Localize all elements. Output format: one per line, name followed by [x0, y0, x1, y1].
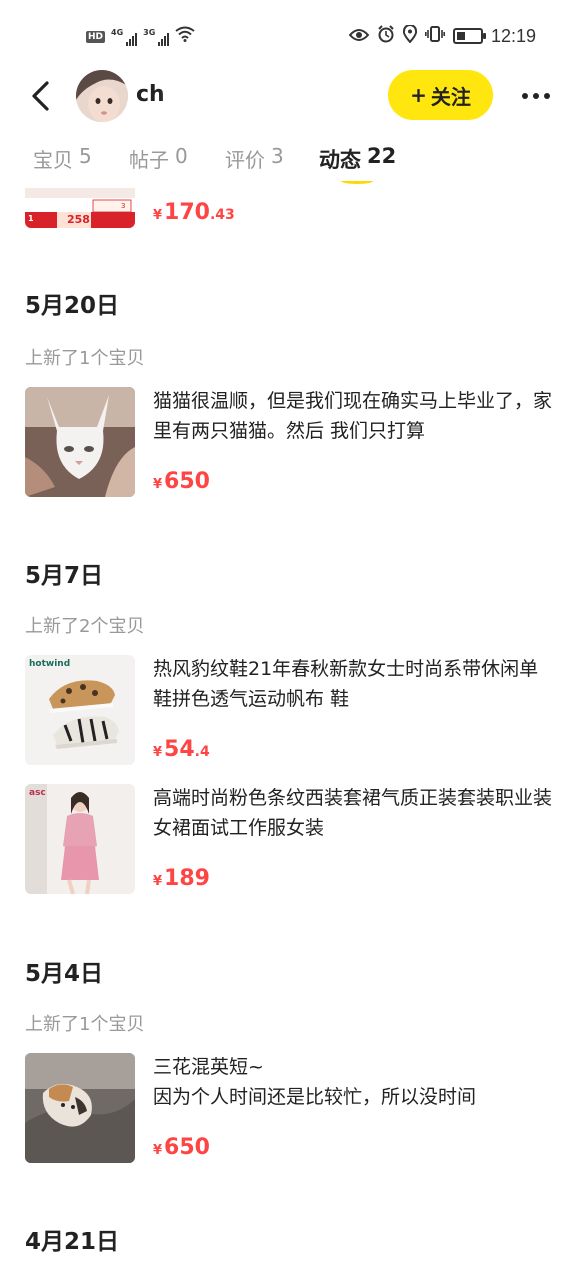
price-decimal: .43 [209, 207, 235, 223]
plus-icon: + [410, 83, 427, 107]
more-dot-icon [533, 93, 539, 99]
list-item[interactable]: 三花混英短~ 因为个人时间还是比较忙，所以没时间 ¥650 [0, 1053, 576, 1165]
thumb-badge: 258 [67, 213, 90, 226]
sim1-label: 4G [111, 27, 124, 37]
tab-label: 评价 [225, 148, 265, 172]
thumb-brand: hotwind [29, 659, 71, 669]
item-title: 三花混英短~ 因为个人时间还是比较忙，所以没时间 [153, 1056, 477, 1108]
tab-reviews[interactable]: 评价 3 [225, 144, 284, 173]
username-mask [163, 80, 283, 110]
thumb-tag: 3 [121, 202, 126, 210]
status-left: HD 4G 3G [86, 26, 195, 47]
list-item[interactable]: 猫猫很温顺，但是我们现在确实马上毕业了，家里有两只猫猫。然后 我们只打算 ¥65… [0, 387, 576, 499]
item-title: 猫猫很温顺，但是我们现在确实马上毕业了，家里有两只猫猫。然后 我们只打算 [153, 390, 553, 442]
price: ¥170.43 [153, 200, 235, 225]
currency-symbol: ¥ [153, 477, 163, 492]
status-right: 12:19 [348, 24, 536, 47]
product-thumbnail: hotwind [25, 655, 135, 765]
alarm-icon [377, 25, 395, 47]
date-heading: 5月20日 [25, 293, 120, 319]
date-heading: 5月7日 [25, 563, 104, 589]
location-icon [402, 24, 418, 47]
date-heading: 5月4日 [25, 961, 104, 987]
currency-symbol: ¥ [153, 745, 163, 760]
currency-symbol: ¥ [153, 874, 163, 889]
price-main: 54 [164, 737, 195, 762]
currency-symbol: ¥ [153, 208, 163, 223]
tab-count: 0 [175, 144, 188, 168]
tab-activity[interactable]: 动态 22 [319, 144, 396, 174]
wifi-icon [175, 26, 195, 47]
price-main: 189 [164, 866, 210, 891]
price-main: 170 [164, 200, 210, 225]
thumb-tag: 1 [28, 214, 34, 223]
tab-label: 帖子 [129, 148, 169, 172]
price: ¥189 [153, 866, 210, 891]
more-dot-icon [522, 93, 528, 99]
tab-count: 22 [367, 144, 397, 168]
profile-tabs: 宝贝 5 帖子 0 评价 3 动态 22 [0, 136, 576, 188]
price-main: 650 [164, 469, 210, 494]
date-heading: 4月21日 [25, 1229, 120, 1255]
product-thumbnail [25, 387, 135, 497]
tab-label: 宝贝 [33, 148, 73, 172]
clock-time: 12:19 [490, 25, 536, 46]
follow-button[interactable]: + 关注 [388, 70, 493, 120]
active-tab-indicator [341, 178, 373, 184]
avatar[interactable] [76, 70, 128, 122]
profile-header: ch + 关注 [0, 66, 576, 128]
more-dot-icon [544, 93, 550, 99]
tab-label: 动态 [319, 148, 361, 172]
product-thumbnail: asc [25, 784, 135, 894]
tab-count: 5 [79, 144, 92, 168]
tab-count: 3 [271, 144, 284, 168]
follow-label: 关注 [430, 84, 471, 109]
currency-symbol: ¥ [153, 1143, 163, 1158]
update-subtitle: 上新了2个宝贝 [25, 616, 145, 637]
battery-icon [452, 28, 486, 44]
back-arrow-icon [32, 81, 49, 111]
hd-badge: HD [86, 30, 106, 43]
back-button[interactable] [22, 76, 58, 116]
thumb-brand: asc [29, 788, 46, 798]
vibrate-icon [424, 25, 445, 47]
item-title: 热风豹纹鞋21年春秋新款女士时尚系带休闲单鞋拼色透气运动帆布 鞋 [153, 658, 539, 710]
signal-icon-sim2: 3G [143, 27, 170, 46]
signal-icon-sim1: 4G [111, 27, 138, 46]
tab-items[interactable]: 宝贝 5 [33, 144, 92, 173]
eye-icon [348, 27, 370, 46]
update-subtitle: 上新了1个宝贝 [25, 348, 145, 369]
activity-feed[interactable]: 1 258 3 ¥170.43 5月20日 上新了1个宝贝 猫猫很温顺，但是我们… [0, 188, 576, 1280]
status-bar: HD 4G 3G 12:19 [0, 0, 576, 72]
list-item[interactable]: hotwind 热风豹纹鞋21年春秋新款女士时尚系带休闲单鞋拼色透气运动帆布 鞋… [0, 655, 576, 767]
price: ¥54.4 [153, 737, 210, 762]
product-thumbnail: 1 258 3 [25, 188, 135, 228]
product-thumbnail [25, 1053, 135, 1163]
update-subtitle: 上新了1个宝贝 [25, 1014, 145, 1035]
more-options-button[interactable] [516, 82, 556, 110]
list-item[interactable]: asc 高端时尚粉色条纹西装套裙气质正装套装职业装女裙面试工作服女装 ¥189 [0, 784, 576, 896]
price: ¥650 [153, 1135, 210, 1160]
sim2-label: 3G [143, 27, 156, 37]
price: ¥650 [153, 469, 210, 494]
tab-posts[interactable]: 帖子 0 [129, 144, 188, 173]
item-title: 高端时尚粉色条纹西装套裙气质正装套装职业装女裙面试工作服女装 [153, 787, 553, 839]
price-main: 650 [164, 1135, 210, 1160]
price-decimal: .4 [194, 744, 210, 760]
username: ch [136, 82, 165, 107]
